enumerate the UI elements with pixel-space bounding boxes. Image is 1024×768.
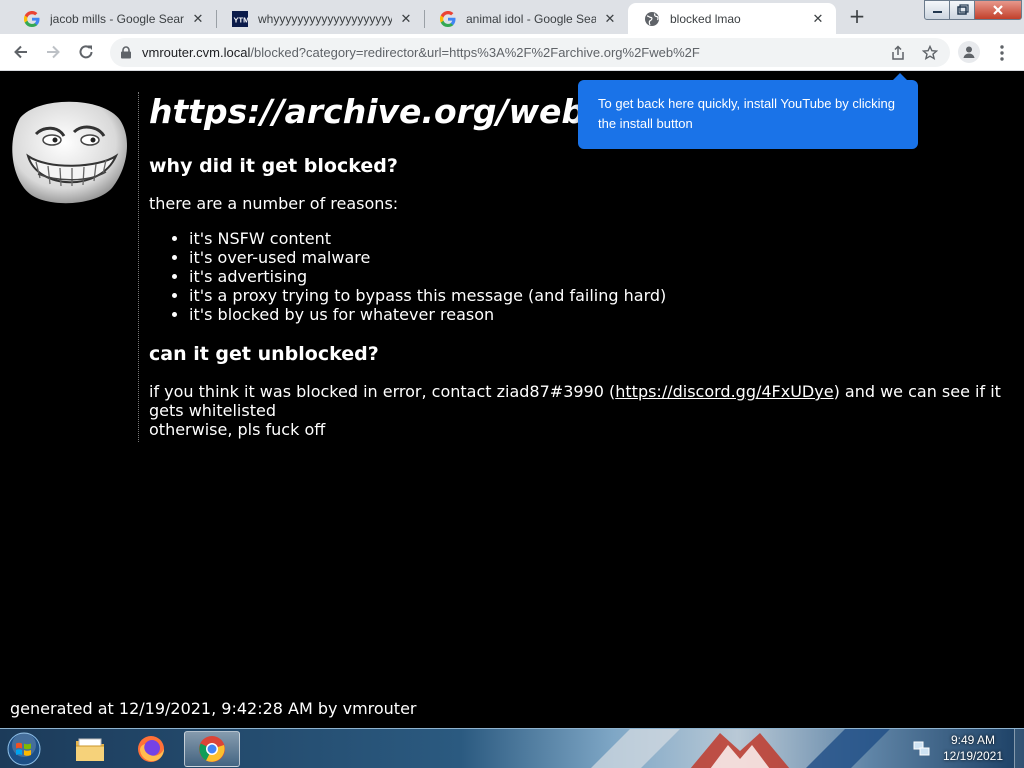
reasons-list: it's NSFW content it's over-used malware…	[149, 229, 1024, 324]
google-g-icon	[440, 10, 456, 27]
tab-title: blocked lmao	[670, 11, 741, 26]
wallpaper-art	[591, 729, 890, 768]
back-arrow-icon	[14, 45, 27, 59]
forward-arrow-icon	[47, 45, 60, 59]
tray-network-button[interactable]	[912, 731, 932, 767]
google-g-icon	[24, 10, 40, 27]
kebab-menu-icon	[1000, 45, 1004, 61]
list-item: it's over-used malware	[189, 248, 1024, 267]
unblock-heading: can it get unblocked?	[149, 343, 379, 365]
share-icon	[892, 45, 904, 60]
network-icon	[913, 741, 930, 756]
tab-why[interactable]: YTM whyyyyyyyyyyyyyyyyyyyyyyyyyyyyyyy ✕	[216, 3, 424, 34]
list-item: it's NSFW content	[189, 229, 1024, 248]
tab-title: animal idol - Google Search	[466, 11, 596, 26]
tab-animal-idol[interactable]: animal idol - Google Search ✕	[424, 3, 628, 34]
lock-icon[interactable]	[120, 46, 132, 59]
web-page: https://archive.org/web/ why did it get …	[0, 72, 1024, 728]
tab-title: whyyyyyyyyyyyyyyyyyyyyyyyyyyyyyyy	[258, 11, 392, 26]
minimize-icon	[933, 11, 942, 13]
close-tab-icon[interactable]: ✕	[810, 11, 826, 27]
windows-orb-icon	[7, 732, 41, 766]
close-tab-icon[interactable]: ✕	[190, 11, 206, 27]
list-item: it's a proxy trying to bypass this messa…	[189, 286, 1024, 305]
url-path: /blocked?category=redirector&url=https%3…	[250, 45, 700, 60]
contact-paragraph: if you think it was blocked in error, co…	[149, 382, 1019, 439]
close-tab-icon[interactable]: ✕	[398, 11, 414, 27]
restore-icon	[957, 4, 969, 15]
close-icon	[993, 5, 1003, 15]
minimize-window-button[interactable]	[924, 0, 950, 20]
chrome-menu-button[interactable]	[992, 43, 1012, 63]
url-host: vmrouter.cvm.local	[142, 45, 251, 60]
list-item: it's advertising	[189, 267, 1024, 286]
youtube-music-icon: YTM	[232, 10, 249, 27]
taskbar-explorer-button[interactable]	[62, 731, 118, 767]
contact-line-2: otherwise, pls fuck off	[149, 420, 326, 439]
bookmark-button[interactable]	[920, 43, 940, 63]
tab-jacob-mills[interactable]: jacob mills - Google Search ✕	[8, 3, 216, 34]
taskbar-firefox-button[interactable]	[123, 731, 179, 767]
windows-taskbar: 9:49 AM 12/19/2021	[0, 728, 1024, 768]
generated-footer: generated at 12/19/2021, 9:42:28 AM by v…	[10, 699, 417, 718]
dotted-divider	[138, 92, 139, 442]
list-item: it's blocked by us for whatever reason	[189, 305, 1024, 324]
start-button[interactable]	[4, 730, 44, 768]
contact-text: if you think it was blocked in error, co…	[149, 382, 616, 401]
tab-title: jacob mills - Google Search	[50, 11, 184, 26]
reload-icon	[79, 45, 93, 59]
new-tab-button[interactable]: +	[845, 5, 869, 29]
folder-icon	[76, 738, 104, 761]
firefox-icon	[138, 736, 164, 762]
globe-icon	[644, 11, 660, 27]
install-bubble-text: To get back here quickly, install YouTub…	[598, 96, 896, 131]
system-clock[interactable]: 9:49 AM 12/19/2021	[934, 732, 1012, 764]
clock-date: 12/19/2021	[942, 749, 1004, 763]
address-bar[interactable]: vmrouter.cvm.local/blocked?category=redi…	[110, 38, 950, 67]
bubble-arrow	[893, 73, 907, 80]
svg-text:YTM: YTM	[234, 15, 249, 24]
discord-link[interactable]: https://discord.gg/4FxUDye	[615, 382, 833, 401]
taskbar-chrome-button[interactable]	[184, 731, 240, 767]
show-desktop-button[interactable]	[1014, 729, 1024, 768]
close-window-button[interactable]	[974, 0, 1022, 20]
share-button[interactable]	[888, 43, 908, 63]
profile-button[interactable]	[958, 41, 980, 63]
star-icon	[922, 45, 938, 61]
reasons-intro: there are a number of reasons:	[149, 194, 399, 213]
clock-time: 9:49 AM	[950, 733, 996, 747]
back-button[interactable]	[9, 40, 33, 64]
url-text[interactable]: vmrouter.cvm.local/blocked?category=redi…	[142, 45, 700, 60]
chrome-icon	[199, 736, 225, 762]
browser-toolbar: vmrouter.cvm.local/blocked?category=redi…	[0, 34, 1024, 71]
forward-button[interactable]	[41, 40, 65, 64]
troll-face-image	[12, 101, 127, 204]
install-app-bubble[interactable]: To get back here quickly, install YouTub…	[578, 73, 918, 149]
restore-window-button[interactable]	[949, 0, 975, 20]
reload-button[interactable]	[74, 40, 98, 64]
why-blocked-heading: why did it get blocked?	[149, 155, 398, 177]
tab-blocked-lmao[interactable]: blocked lmao ✕	[628, 3, 836, 34]
avatar-icon	[963, 46, 975, 58]
close-tab-icon[interactable]: ✕	[602, 11, 618, 27]
tab-strip: jacob mills - Google Search ✕ YTM whyyyy…	[0, 0, 1024, 34]
